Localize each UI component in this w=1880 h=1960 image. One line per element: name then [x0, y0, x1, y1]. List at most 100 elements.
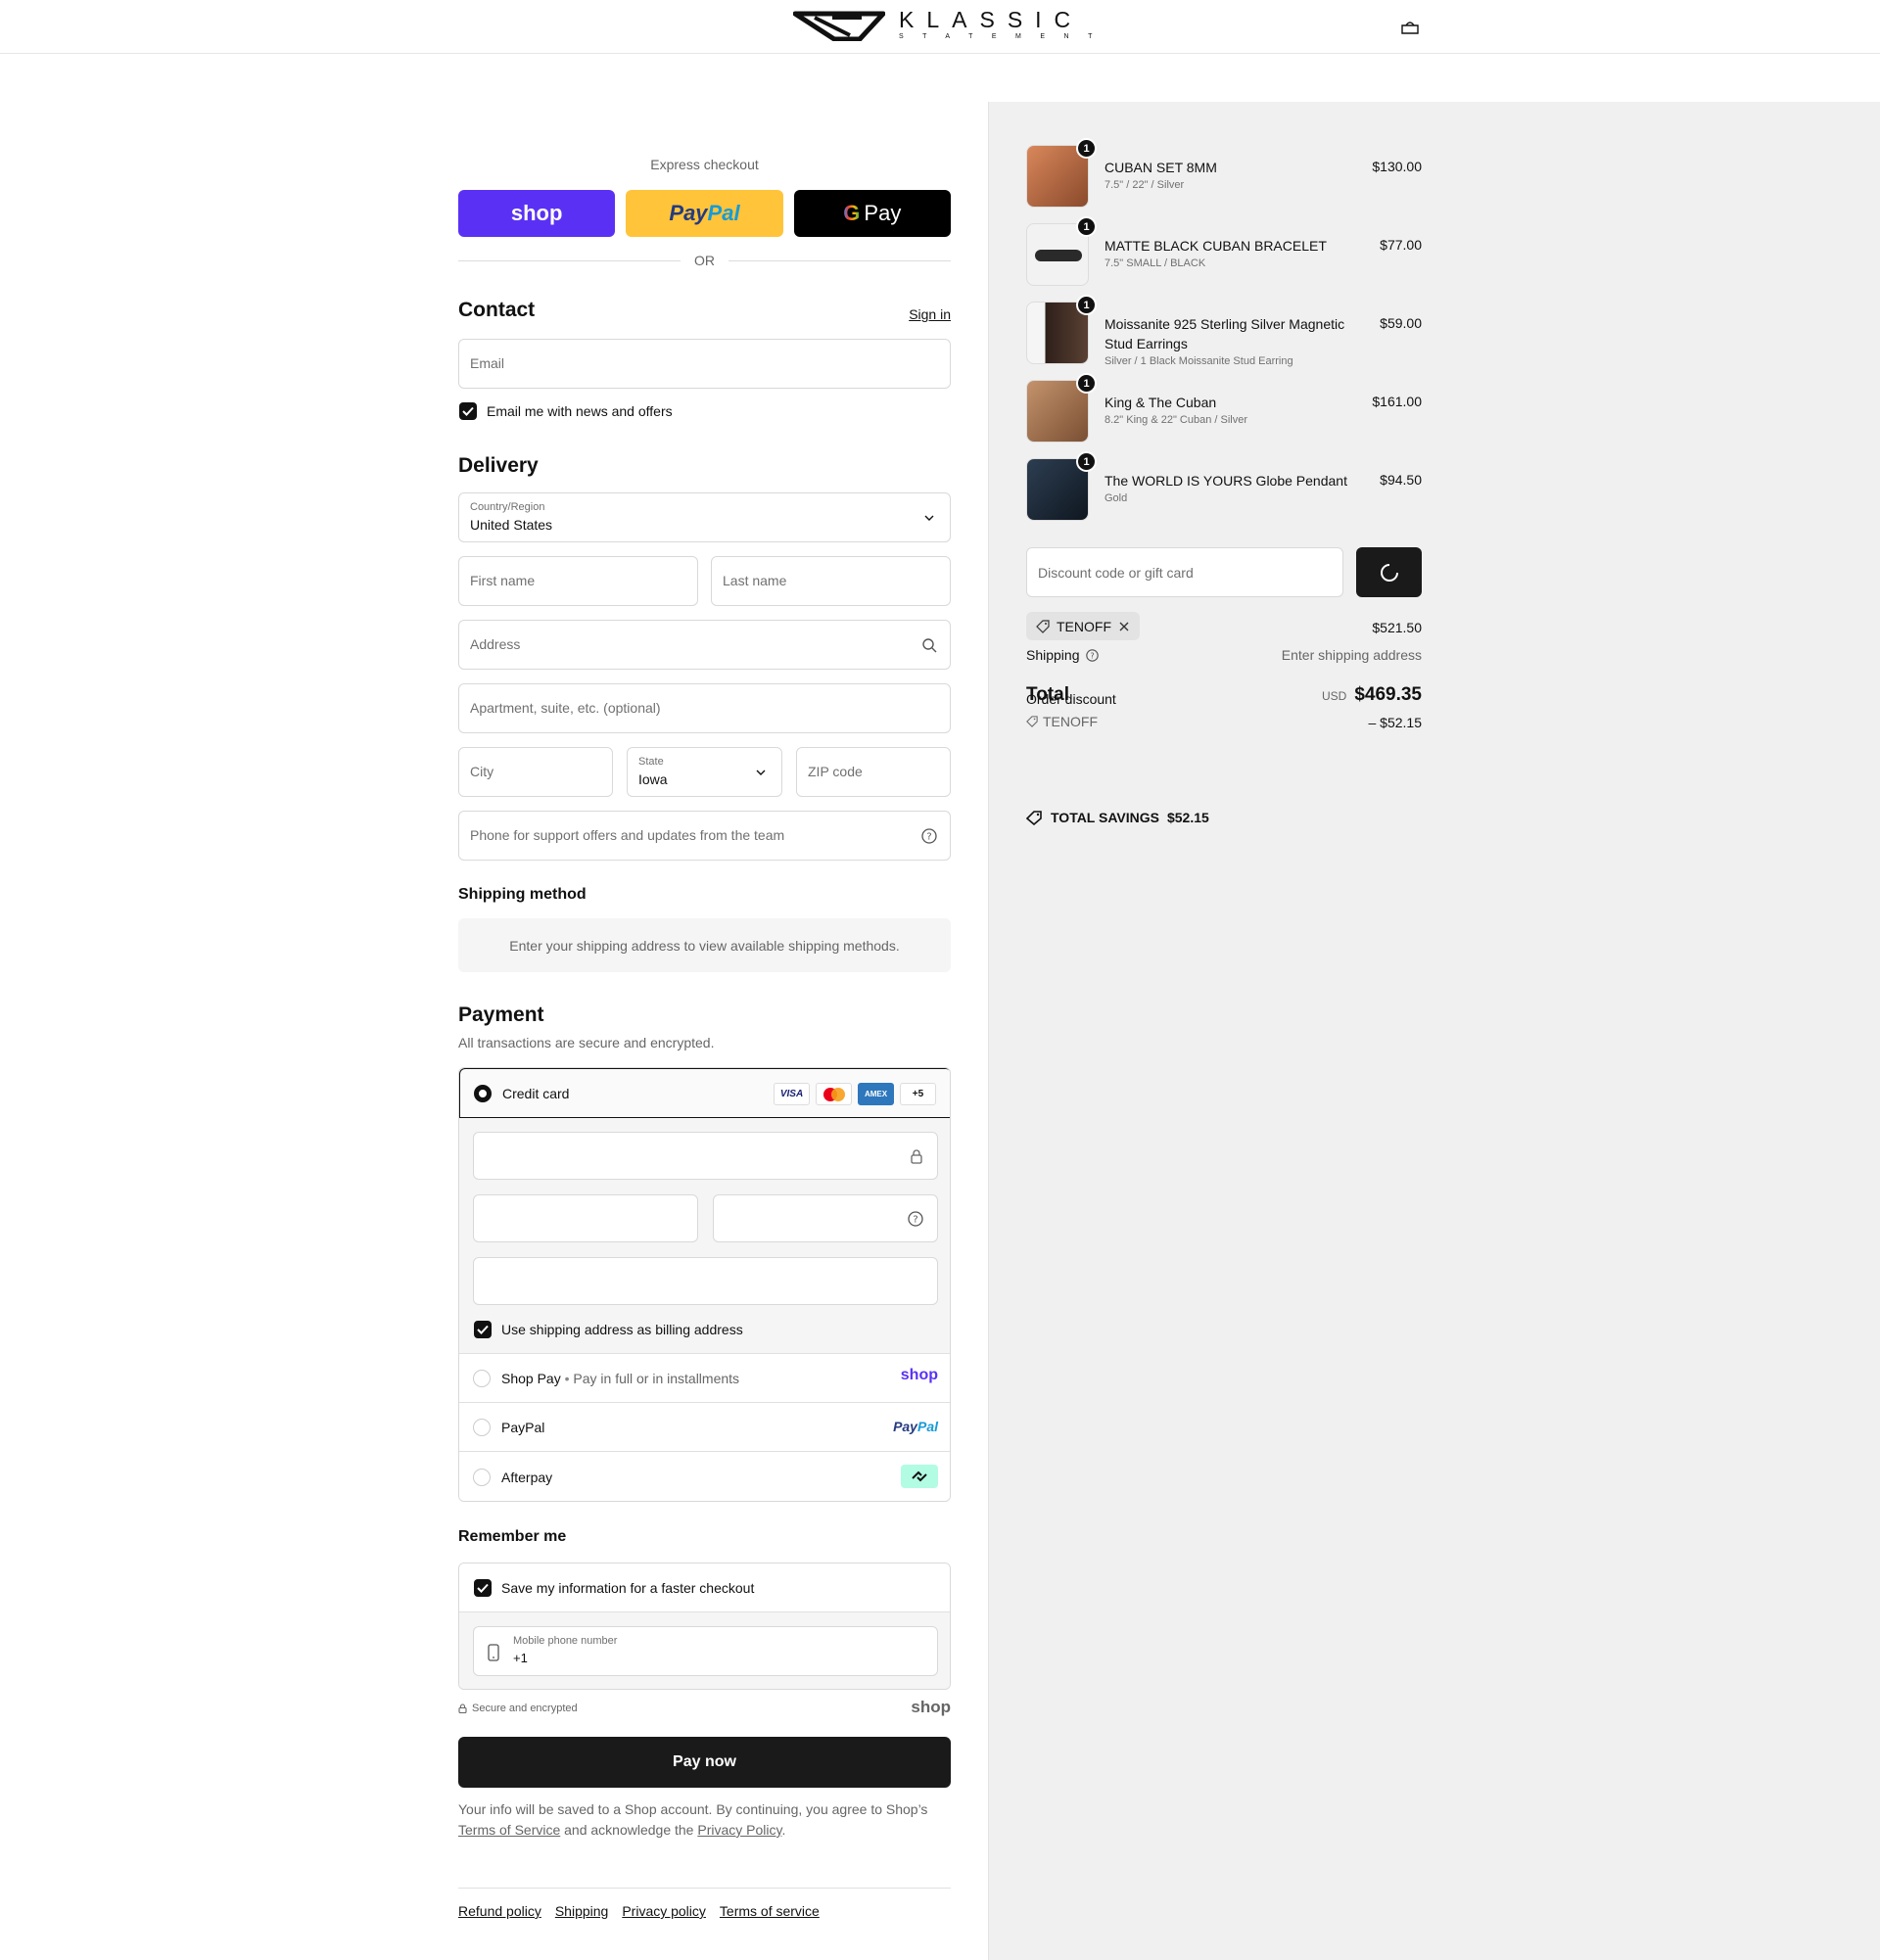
billing-same-row[interactable]: Use shipping address as billing address — [474, 1321, 743, 1338]
lock-icon — [458, 1703, 467, 1713]
svg-text:?: ? — [926, 832, 931, 843]
shop-pay-option[interactable]: Shop Pay • Pay in full or in installment… — [459, 1354, 950, 1403]
tag-icon — [1036, 619, 1050, 633]
credit-card-radio[interactable] — [474, 1085, 492, 1102]
product-name: Moissanite 925 Sterling Silver Magnetic … — [1104, 316, 1345, 351]
save-info-checkbox[interactable] — [474, 1579, 492, 1597]
google-pay-express-button[interactable]: G Pay — [793, 190, 951, 237]
paypal-radio[interactable] — [473, 1419, 491, 1436]
security-code-field[interactable]: ? — [713, 1194, 938, 1242]
billing-same-checkbox[interactable] — [474, 1321, 492, 1338]
city-field[interactable]: City — [458, 747, 613, 797]
product-name: CUBAN SET 8MM — [1104, 160, 1217, 175]
total-value: USD $469.35 — [1322, 684, 1422, 706]
bag-icon[interactable] — [1400, 20, 1420, 35]
apply-discount-button[interactable] — [1356, 547, 1422, 597]
brand-subtitle: STATEMENT — [899, 33, 1111, 40]
afterpay-option[interactable]: Afterpay — [459, 1452, 950, 1501]
payment-methods: Credit card VISA AMEX +5 ? Use shipping … — [458, 1067, 951, 1502]
order-summary-panel — [988, 102, 1880, 1960]
shipping-value: Enter shipping address — [1281, 647, 1422, 663]
shipping-method-message: Enter your shipping address to view avai… — [458, 918, 951, 972]
quantity-badge: 1 — [1076, 216, 1097, 237]
privacy-policy-link[interactable]: Privacy policy — [622, 1903, 706, 1919]
shop-pay-express-button[interactable]: shop — [458, 190, 616, 237]
google-pay-label: Pay — [864, 201, 902, 225]
country-select[interactable]: Country/Region United States — [458, 492, 951, 542]
quantity-badge: 1 — [1076, 373, 1097, 394]
applied-code-label: TENOFF — [1043, 714, 1098, 729]
shop-pay-logo: shop — [900, 1367, 938, 1383]
order-discount-label: Order discount — [1026, 691, 1116, 707]
product-variant: Gold — [1104, 492, 1128, 504]
legal-text: Your info will be saved to a Shop accoun… — [458, 1801, 928, 1838]
address-field[interactable]: Address — [458, 620, 951, 670]
email-placeholder: Email — [470, 355, 505, 371]
express-checkout-buttons: shop Pay Pal G Pay — [458, 190, 951, 237]
credit-card-form: ? Use shipping address as billing addres… — [459, 1118, 950, 1354]
discount-code-chip: TENOFF — [1026, 612, 1140, 640]
refund-policy-link[interactable]: Refund policy — [458, 1903, 541, 1919]
help-icon[interactable]: ? — [908, 1211, 923, 1227]
news-checkbox[interactable] — [459, 402, 477, 420]
pay-now-button[interactable]: Pay now — [458, 1737, 951, 1788]
address-placeholder: Address — [470, 636, 521, 652]
check-icon — [477, 1583, 489, 1593]
paypal-logo-light: Pal — [707, 201, 740, 225]
apartment-field[interactable]: Apartment, suite, etc. (optional) — [458, 683, 951, 733]
zip-field[interactable]: ZIP code — [796, 747, 951, 797]
shop-pay-radio[interactable] — [473, 1370, 491, 1387]
secure-note: Secure and encrypted — [458, 1703, 578, 1714]
product-price: $94.50 — [1380, 472, 1422, 488]
or-divider: OR — [458, 253, 951, 268]
help-icon[interactable]: ? — [1085, 648, 1099, 662]
card-logos: VISA AMEX +5 — [774, 1083, 936, 1105]
shop-tos-link[interactable]: Terms of Service — [458, 1822, 560, 1838]
state-select[interactable]: State Iowa — [627, 747, 782, 797]
discount-code-placeholder: Discount code or gift card — [1038, 565, 1194, 581]
shop-privacy-link[interactable]: Privacy Policy — [697, 1822, 781, 1838]
check-icon — [477, 1325, 489, 1334]
product-price: $77.00 — [1380, 237, 1422, 253]
apartment-placeholder: Apartment, suite, etc. (optional) — [470, 700, 661, 716]
terms-of-service-link[interactable]: Terms of service — [720, 1903, 820, 1919]
paypal-label: PayPal — [501, 1420, 545, 1435]
shop-pay-logo: shop — [510, 201, 563, 225]
save-info-row[interactable]: Save my information for a faster checkou… — [459, 1563, 950, 1612]
paypal-logo-dark: Pay — [669, 201, 708, 225]
paypal-option[interactable]: PayPal PayPal — [459, 1403, 950, 1452]
or-label: OR — [694, 253, 715, 268]
header: KLASSIC STATEMENT — [0, 0, 1880, 54]
first-name-field[interactable]: First name — [458, 556, 698, 606]
mobile-phone-field[interactable]: Mobile phone number +1 — [473, 1626, 938, 1676]
total-savings-value: $52.15 — [1166, 810, 1209, 825]
paypal-express-button[interactable]: Pay Pal — [626, 190, 783, 237]
remember-me-box: Save my information for a faster checkou… — [458, 1563, 951, 1690]
close-icon[interactable] — [1118, 621, 1130, 632]
news-checkbox-row[interactable]: Email me with news and offers — [459, 402, 673, 420]
credit-card-option[interactable]: Credit card VISA AMEX +5 — [459, 1068, 950, 1118]
discount-amount: – $52.15 — [1368, 715, 1423, 730]
afterpay-radio[interactable] — [473, 1469, 491, 1486]
product-price: $161.00 — [1372, 394, 1422, 409]
help-icon[interactable]: ? — [921, 828, 937, 844]
brand-logo[interactable]: KLASSIC STATEMENT — [793, 8, 1111, 41]
name-on-card-field[interactable] — [473, 1257, 938, 1305]
sign-in-link[interactable]: Sign in — [909, 306, 951, 322]
last-name-field[interactable]: Last name — [711, 556, 951, 606]
phone-field[interactable]: Phone for support offers and updates fro… — [458, 811, 951, 861]
shipping-method-title: Shipping method — [458, 886, 587, 903]
quantity-badge: 1 — [1076, 451, 1097, 472]
card-number-field[interactable] — [473, 1132, 938, 1180]
expiration-date-field[interactable] — [473, 1194, 698, 1242]
shop-logo: shop — [911, 1698, 951, 1716]
discount-code-field[interactable]: Discount code or gift card — [1026, 547, 1343, 597]
discount-code-label: TENOFF — [1057, 618, 1111, 634]
product-variant: Silver / 1 Black Moissanite Stud Earring — [1104, 355, 1293, 367]
afterpay-label: Afterpay — [501, 1470, 553, 1485]
email-field[interactable]: Email — [458, 339, 951, 389]
quantity-badge: 1 — [1076, 295, 1097, 315]
total-savings: TOTAL SAVINGS $52.15 — [1026, 810, 1209, 825]
brand-name: KLASSIC — [899, 7, 1084, 32]
shipping-link[interactable]: Shipping — [555, 1903, 609, 1919]
